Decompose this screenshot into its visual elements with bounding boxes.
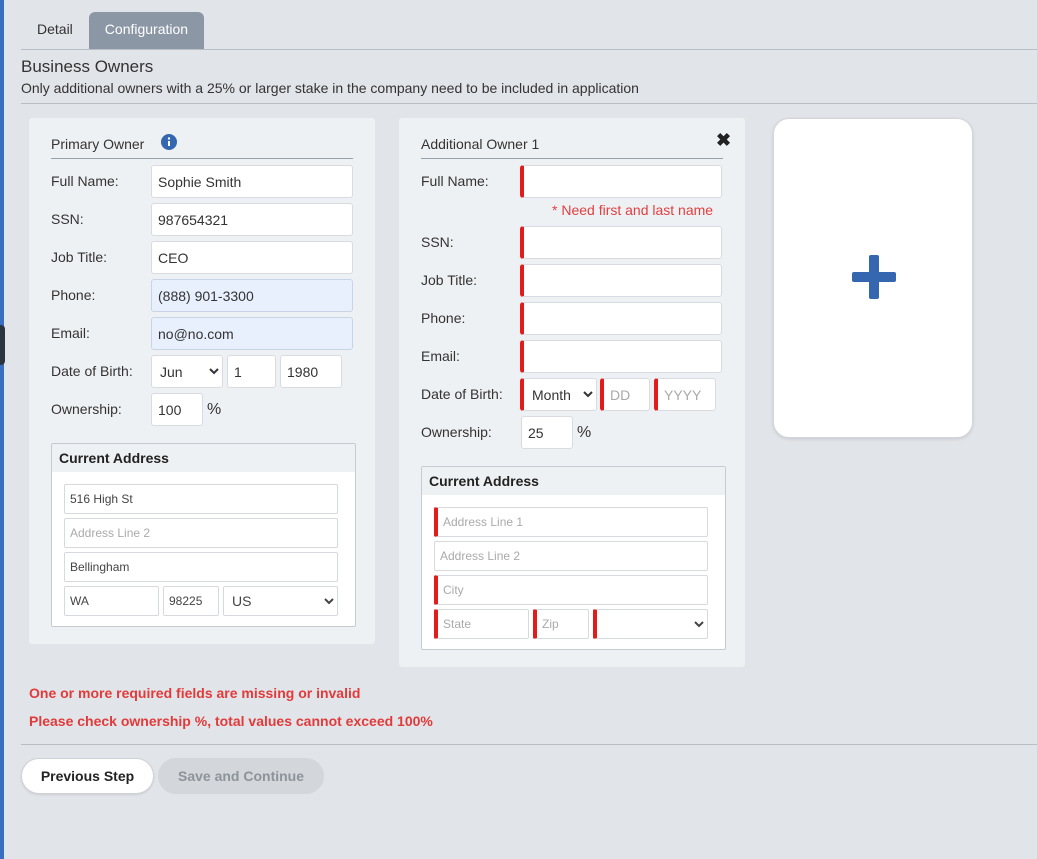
phone-field[interactable]: [151, 279, 353, 312]
dob-day-field[interactable]: [227, 355, 276, 388]
zip-field[interactable]: [163, 586, 219, 616]
page-subtitle: Only additional owners with a 25% or lar…: [21, 80, 639, 96]
current-address-box: Current Address US: [51, 443, 356, 627]
primary-owner-title: Primary Owner: [51, 136, 145, 152]
ownership-label: Ownership:: [51, 401, 122, 417]
address-line1-field[interactable]: [434, 507, 708, 537]
ownership-percent-sign: %: [577, 424, 592, 441]
ownership-percent-sign: %: [207, 401, 222, 418]
ownership-field[interactable]: [151, 393, 203, 426]
footer-divider: [21, 744, 1037, 745]
ssn-field[interactable]: [151, 203, 353, 236]
left-accent-rail: [0, 0, 4, 859]
current-address-box: Current Address: [421, 466, 726, 650]
ownership-label: Ownership:: [421, 424, 492, 440]
full-name-label: Full Name:: [421, 173, 489, 189]
dob-year-field[interactable]: [280, 355, 342, 388]
state-field[interactable]: [64, 586, 159, 616]
tab-detail[interactable]: Detail: [21, 12, 89, 49]
dob-day-field[interactable]: [600, 378, 650, 411]
plus-icon: [852, 255, 896, 299]
previous-step-button[interactable]: Previous Step: [21, 758, 154, 794]
city-field[interactable]: [434, 575, 708, 605]
job-title-field[interactable]: [151, 241, 353, 274]
full-name-label: Full Name:: [51, 173, 119, 189]
sidebar-collapse-handle[interactable]: [0, 325, 5, 365]
job-title-label: Job Title:: [421, 272, 478, 288]
additional-owner-divider: [421, 158, 723, 159]
country-select[interactable]: [593, 609, 708, 639]
dob-label: Date of Birth:: [421, 386, 503, 402]
email-field[interactable]: [520, 340, 722, 373]
email-label: Email:: [421, 348, 460, 364]
close-icon[interactable]: ✖: [716, 131, 731, 149]
address-line2-field[interactable]: [434, 541, 708, 571]
ssn-field[interactable]: [520, 226, 722, 259]
name-error-message: * Need first and last name: [552, 202, 714, 218]
tab-configuration[interactable]: Configuration: [88, 12, 205, 49]
missing-fields-error: One or more required fields are missing …: [29, 685, 361, 701]
section-divider: [21, 103, 1037, 104]
address-line1-field[interactable]: [64, 484, 338, 514]
ownership-field[interactable]: [521, 416, 573, 449]
job-title-label: Job Title:: [51, 249, 108, 265]
tab-bar: Detail Configuration: [21, 12, 205, 49]
zip-field[interactable]: [533, 609, 589, 639]
city-field[interactable]: [64, 552, 338, 582]
ssn-label: SSN:: [421, 234, 454, 250]
dob-month-select[interactable]: Jun: [151, 355, 223, 388]
state-field[interactable]: [434, 609, 529, 639]
dob-year-field[interactable]: [654, 378, 716, 411]
primary-owner-card: Primary Owner Full Name: SSN: Job Title:…: [29, 118, 375, 644]
current-address-heading: Current Address: [52, 444, 355, 472]
full-name-field[interactable]: [520, 165, 722, 198]
address-line2-field[interactable]: [64, 518, 338, 548]
page-title: Business Owners: [21, 57, 154, 76]
dob-month-select[interactable]: Month: [520, 378, 597, 411]
additional-owner-title: Additional Owner 1: [421, 136, 540, 152]
email-field[interactable]: [151, 317, 353, 350]
tabs-divider: [21, 49, 1037, 50]
phone-label: Phone:: [421, 310, 466, 326]
save-and-continue-button[interactable]: Save and Continue: [158, 758, 324, 794]
primary-owner-divider: [51, 158, 353, 159]
full-name-field[interactable]: [151, 165, 353, 198]
phone-field[interactable]: [520, 302, 722, 335]
country-select[interactable]: US: [223, 586, 338, 616]
phone-label: Phone:: [51, 287, 96, 303]
current-address-heading: Current Address: [422, 467, 725, 495]
job-title-field[interactable]: [520, 264, 722, 297]
additional-owner-card: Additional Owner 1 ✖ Full Name: * Need f…: [399, 118, 745, 667]
email-label: Email:: [51, 325, 90, 341]
ownership-error: Please check ownership %, total values c…: [29, 713, 433, 729]
ssn-label: SSN:: [51, 211, 84, 227]
add-owner-card[interactable]: [773, 118, 973, 438]
dob-label: Date of Birth:: [51, 363, 133, 379]
info-circle-icon[interactable]: [161, 134, 177, 150]
